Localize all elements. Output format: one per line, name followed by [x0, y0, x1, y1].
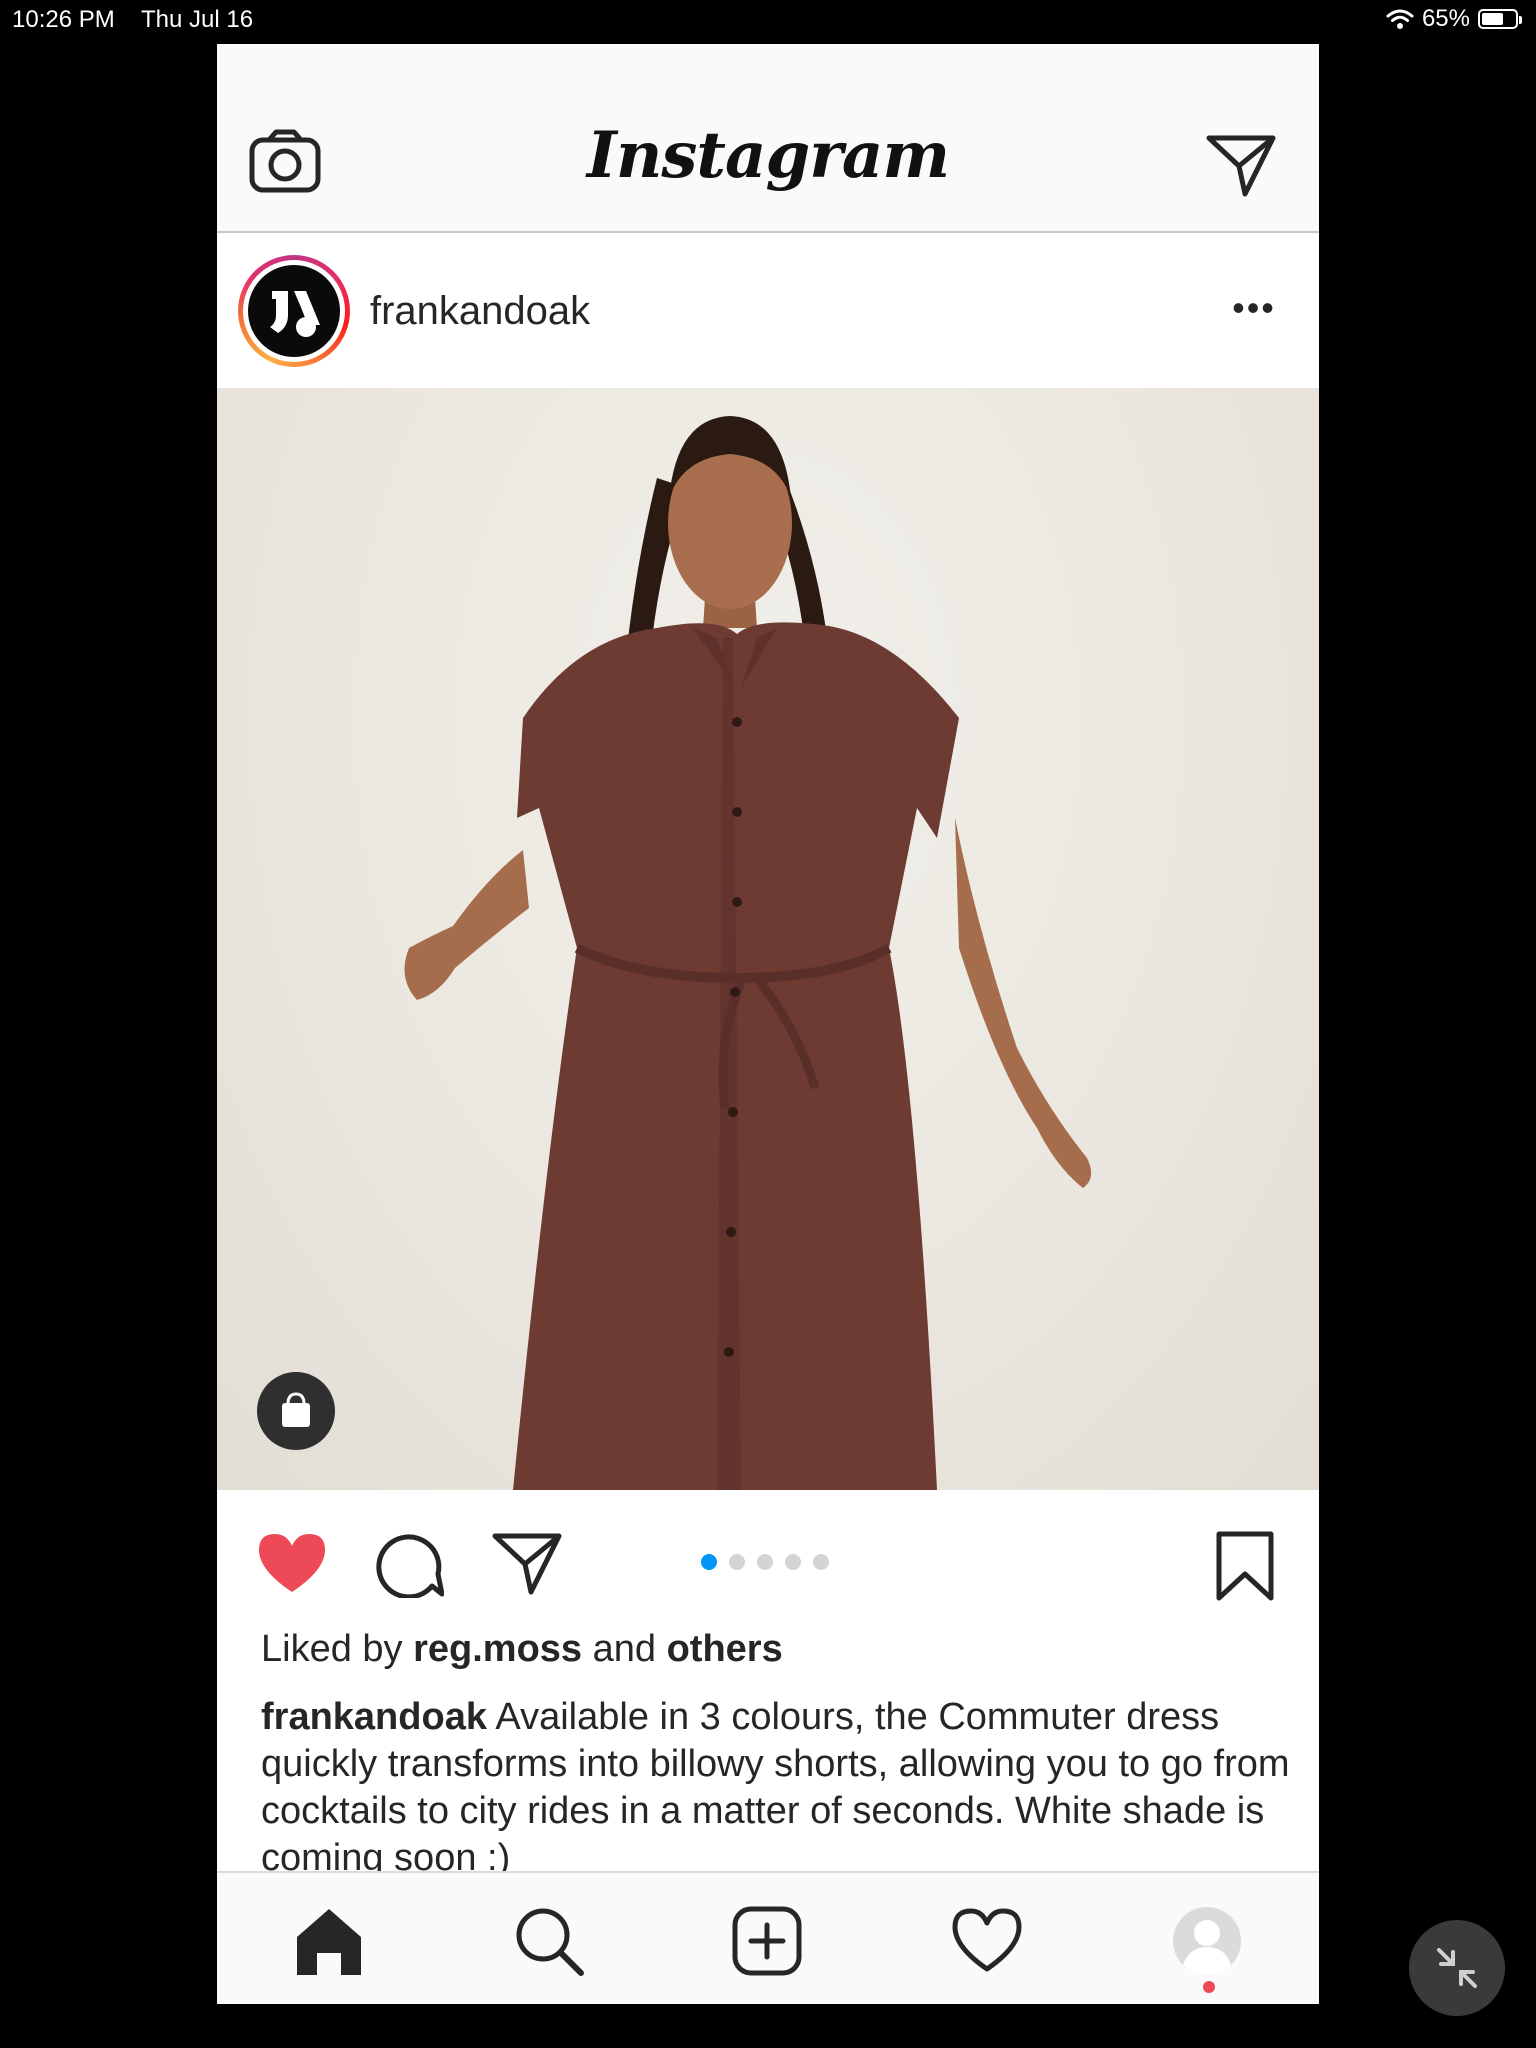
wifi-icon [1386, 9, 1414, 29]
carousel-dot [757, 1554, 773, 1570]
profile-icon[interactable] [1169, 1903, 1245, 1979]
likes-others-link[interactable]: others [667, 1628, 783, 1670]
activity-heart-icon[interactable] [949, 1903, 1025, 1979]
avatar[interactable] [243, 260, 345, 362]
battery-level [1482, 13, 1503, 25]
carousel-dot [729, 1554, 745, 1570]
battery-percent: 65% [1421, 5, 1470, 32]
share-paper-plane-icon[interactable] [491, 1530, 563, 1596]
instagram-app: Instagram frankandoak ••• Liked by reg.m… [217, 44, 1319, 2004]
exit-fullscreen-icon[interactable] [1409, 1920, 1505, 2016]
likes-line: Liked by reg.moss and others [261, 1628, 783, 1671]
status-time: 10:26 PM [12, 6, 115, 33]
more-horizontal-icon[interactable]: ••• [1229, 290, 1279, 326]
home-icon[interactable] [291, 1903, 367, 1979]
post-caption: frankandoak Available in 3 colours, the … [261, 1694, 1291, 1882]
heart-filled-icon[interactable] [255, 1530, 329, 1596]
carousel-indicator [701, 1554, 829, 1570]
shopping-bag-icon[interactable] [257, 1372, 335, 1450]
bookmark-icon[interactable] [1215, 1530, 1275, 1602]
model-photo [404, 416, 1092, 1490]
comment-icon[interactable] [374, 1530, 444, 1598]
post-username[interactable]: frankandoak [370, 289, 590, 334]
carousel-dot-active [701, 1554, 717, 1570]
new-post-icon[interactable] [729, 1903, 805, 1979]
post-image[interactable] [217, 388, 1319, 1490]
likes-middle: and [582, 1628, 667, 1670]
frankandoak-logo-avatar [248, 265, 340, 357]
top-bar: Instagram [217, 44, 1319, 233]
paper-plane-icon[interactable] [1205, 132, 1277, 198]
profile-notification-dot [1203, 1981, 1215, 1993]
status-indicators: 65% [1386, 5, 1522, 33]
story-ring[interactable] [238, 255, 350, 367]
carousel-dot [813, 1554, 829, 1570]
likes-prefix: Liked by [261, 1628, 414, 1670]
caption-username[interactable]: frankandoak [261, 1696, 487, 1738]
status-date: Thu Jul 16 [141, 6, 254, 33]
instagram-logo: Instagram [586, 118, 950, 193]
liker-username[interactable]: reg.moss [413, 1628, 582, 1670]
battery-icon [1478, 9, 1522, 29]
post-header: frankandoak ••• [217, 233, 1319, 388]
carousel-dot [785, 1554, 801, 1570]
bottom-nav [217, 1871, 1319, 2004]
post-actions [217, 1490, 1319, 1620]
search-icon[interactable] [511, 1903, 587, 1979]
status-bar: 10:26 PM Thu Jul 16 65% [0, 0, 1536, 40]
